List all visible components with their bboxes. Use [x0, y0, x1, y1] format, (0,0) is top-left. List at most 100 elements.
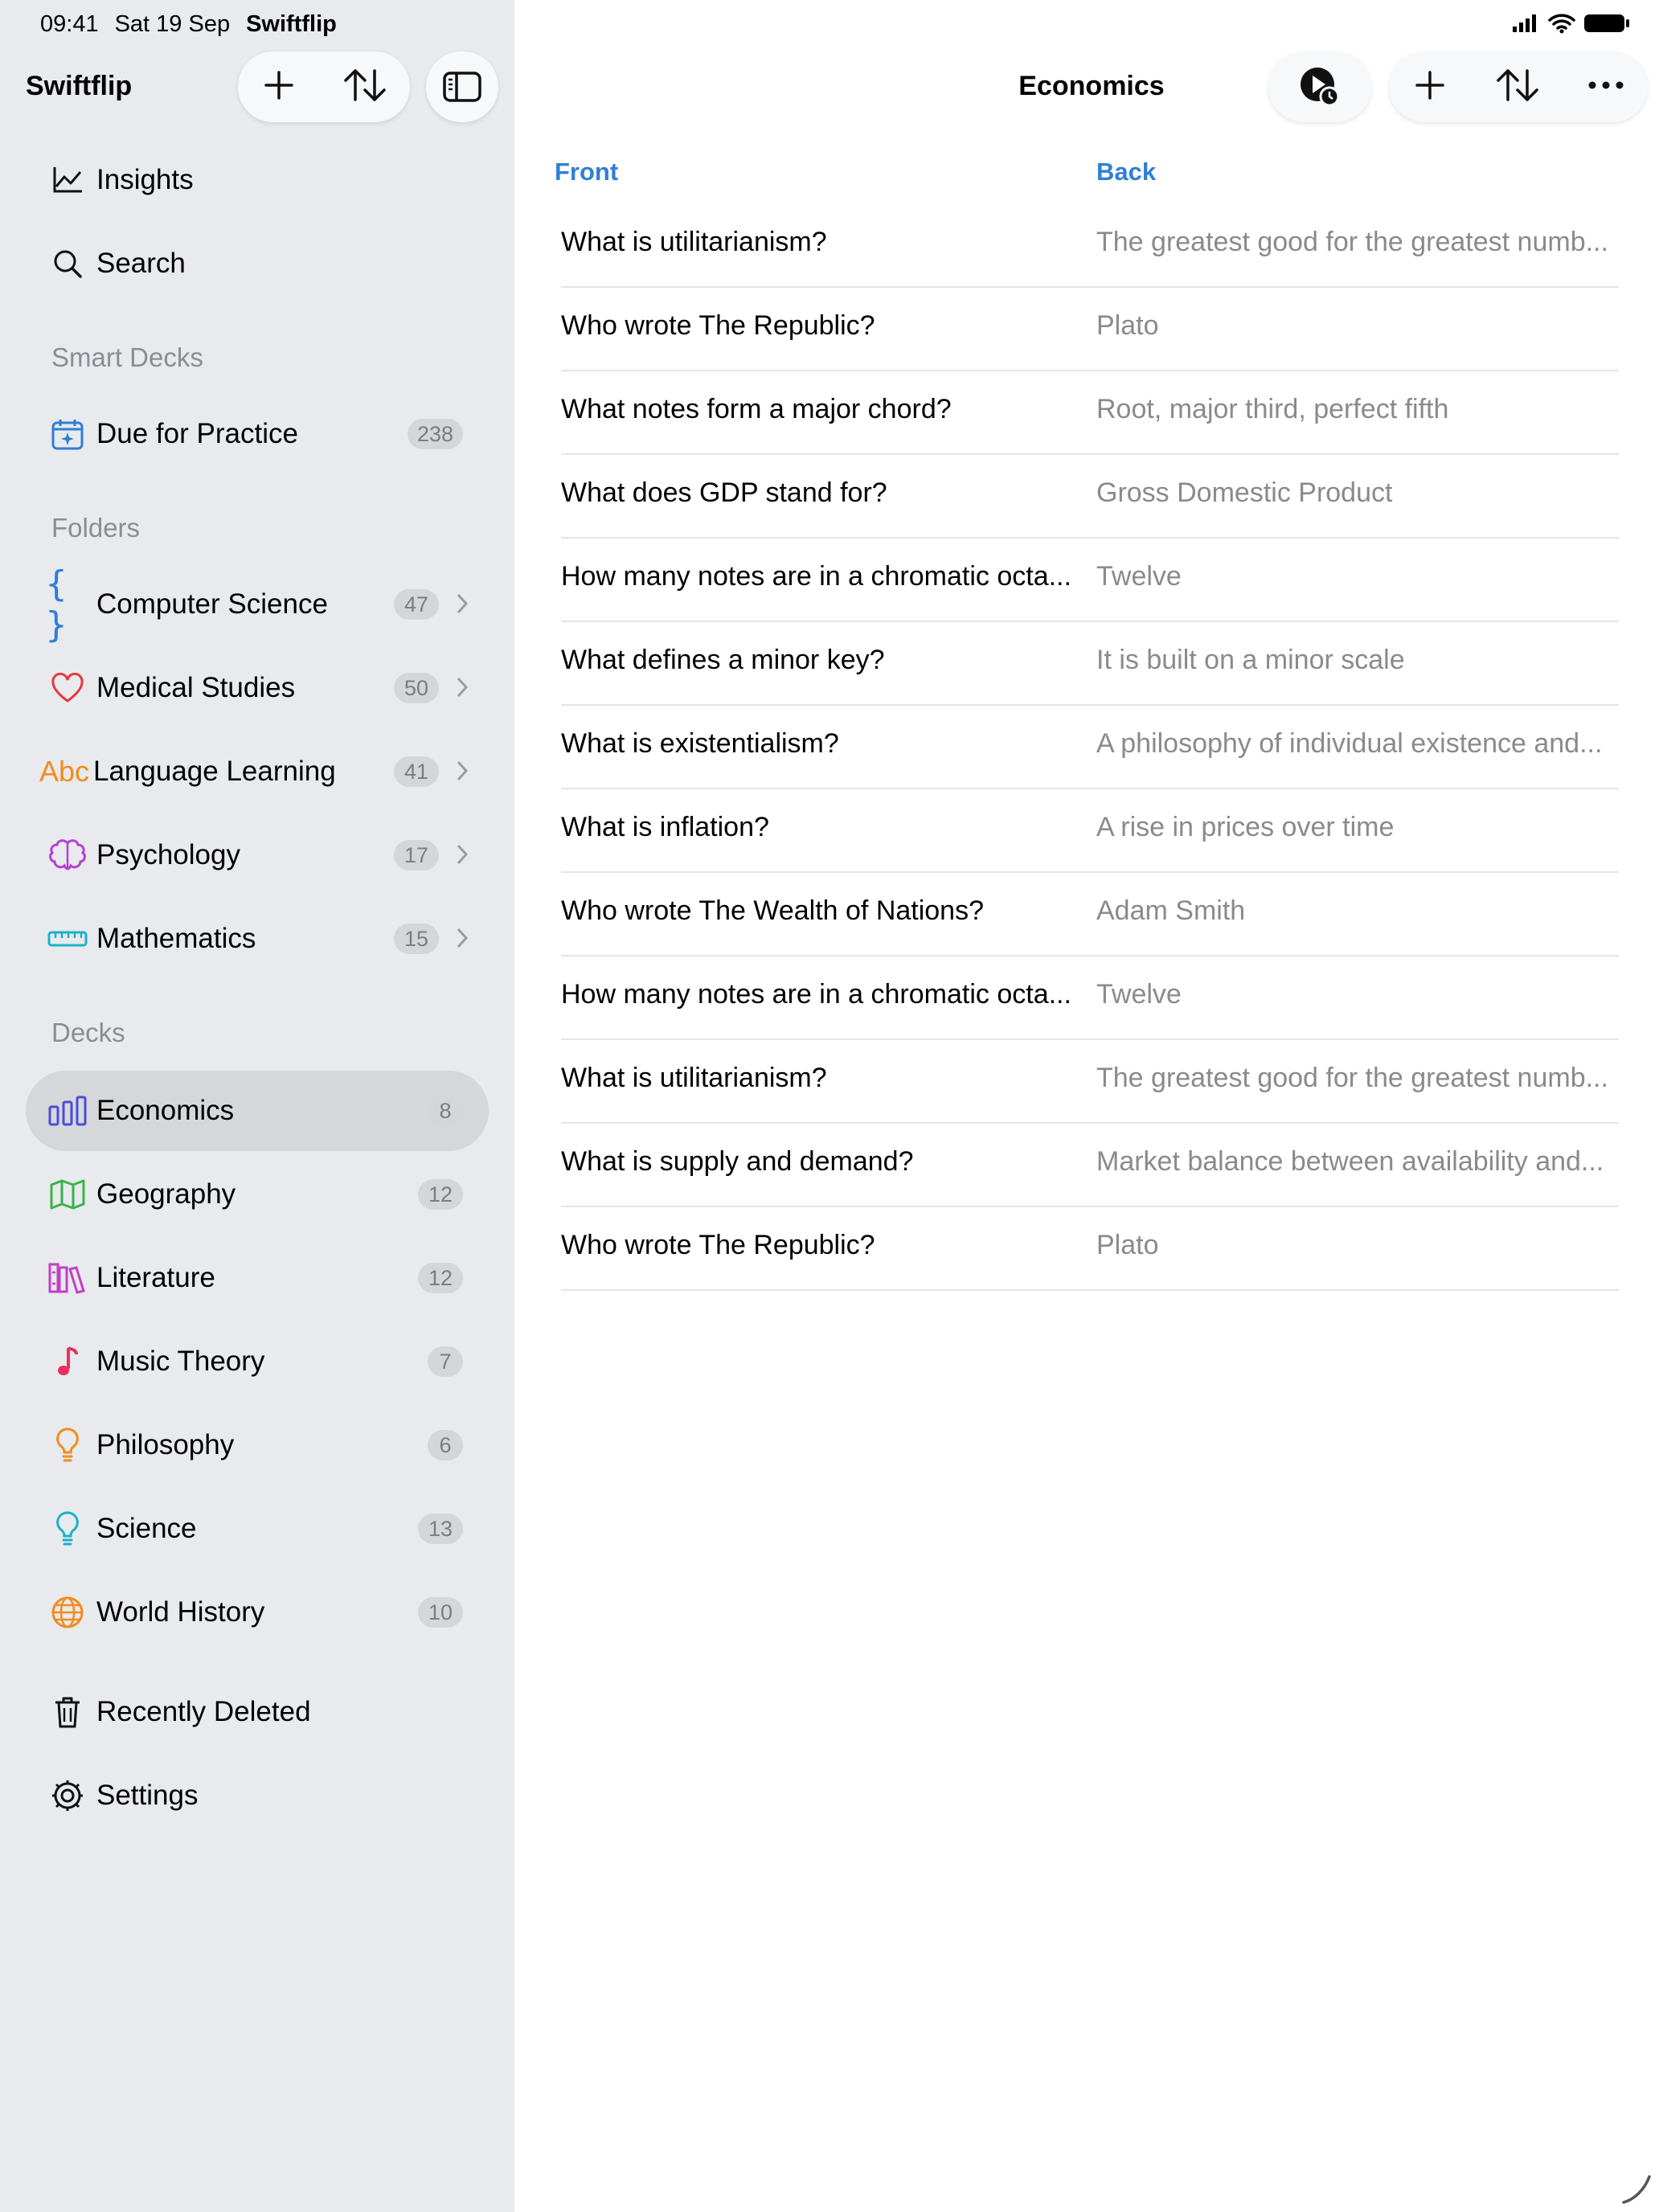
- status-time: 09:41: [40, 11, 99, 37]
- front-column-header[interactable]: Front: [555, 158, 618, 186]
- sidebar-item-economics[interactable]: Economics 8: [26, 1071, 489, 1151]
- card-back: Twelve: [1096, 979, 1182, 1010]
- sidebar-item-recently-deleted[interactable]: Recently Deleted: [26, 1672, 489, 1752]
- sidebar-toggle-button[interactable]: [426, 51, 498, 122]
- table-row[interactable]: Who wrote The Republic? Plato: [561, 1207, 1619, 1291]
- count-badge: 6: [428, 1430, 463, 1460]
- sidebar-item-computer-science[interactable]: { } Computer Science 47: [26, 563, 489, 645]
- count-badge: 41: [394, 756, 439, 787]
- card-back: Plato: [1096, 310, 1159, 341]
- card-front: What is utilitarianism?: [561, 227, 827, 257]
- add-button[interactable]: [261, 68, 297, 107]
- table-row[interactable]: How many notes are in a chromatic octa..…: [561, 956, 1619, 1040]
- sidebar-toolbar: [238, 51, 410, 122]
- sort-arrows-icon: [1497, 68, 1538, 101]
- sort-button[interactable]: [1495, 66, 1540, 109]
- card-back: Twelve: [1096, 561, 1182, 592]
- card-front: How many notes are in a chromatic octa..…: [561, 561, 1071, 592]
- sidebar-item-label: World History: [96, 1596, 265, 1628]
- plus-icon: [264, 70, 293, 100]
- status-date: Sat 19 Sep: [114, 11, 231, 37]
- sidebar-item-language-learning[interactable]: Abc Language Learning 41: [26, 731, 489, 812]
- sidebar-item-due-for-practice[interactable]: Due for Practice 238: [26, 394, 489, 474]
- card-front: What defines a minor key?: [561, 645, 885, 675]
- map-icon: [45, 1172, 90, 1217]
- sidebar-item-label: Science: [96, 1513, 197, 1544]
- add-card-button[interactable]: [1412, 68, 1448, 107]
- lightbulb-icon: [45, 1506, 90, 1551]
- sidebar-item-philosophy[interactable]: Philosophy 6: [26, 1405, 489, 1485]
- sidebar-item-label: Mathematics: [96, 923, 256, 954]
- card-back: Root, major third, perfect fifth: [1096, 394, 1449, 424]
- play-timer-icon: [1301, 68, 1340, 107]
- sidebar-item-mathematics[interactable]: Mathematics 15: [26, 899, 489, 979]
- sidebar-item-label: Medical Studies: [96, 672, 296, 703]
- sidebar-item-label: Music Theory: [96, 1346, 265, 1377]
- books-icon: [45, 1256, 90, 1301]
- sidebar-item-label: Recently Deleted: [96, 1696, 311, 1727]
- sidebar-item-geography[interactable]: Geography 12: [26, 1154, 489, 1235]
- card-back: The greatest good for the greatest numb.…: [1096, 1063, 1608, 1093]
- table-row[interactable]: What is existentialism? A philosophy of i…: [561, 706, 1619, 789]
- table-row[interactable]: What is utilitarianism? The greatest good…: [561, 1040, 1619, 1124]
- table-row[interactable]: What is supply and demand? Market balance…: [561, 1124, 1619, 1207]
- card-back: The greatest good for the greatest numb.…: [1096, 227, 1608, 257]
- table-row[interactable]: How many notes are in a chromatic octa..…: [561, 539, 1619, 622]
- sidebar-item-science[interactable]: Science 13: [26, 1489, 489, 1569]
- sidebar-item-insights[interactable]: Insights: [26, 140, 489, 220]
- count-badge: 47: [394, 589, 439, 620]
- sidebar-item-medical-studies[interactable]: Medical Studies 50: [26, 648, 489, 728]
- sidebar-item-settings[interactable]: Settings: [26, 1755, 489, 1836]
- card-front: Who wrote The Republic?: [561, 310, 875, 341]
- practice-button[interactable]: [1268, 51, 1371, 122]
- count-badge: 15: [394, 924, 439, 954]
- sidebar-item-search[interactable]: Search: [26, 223, 489, 304]
- status-bar-left: 09:41 Sat 19 Sep Swiftflip: [40, 11, 337, 38]
- sidebar-item-literature[interactable]: Literature 12: [26, 1238, 489, 1318]
- sort-button[interactable]: [342, 66, 387, 109]
- chevron-right-icon: [457, 677, 469, 698]
- card-back: A philosophy of individual existence and…: [1096, 728, 1603, 759]
- table-row[interactable]: What is utilitarianism? The greatest good…: [561, 204, 1619, 288]
- sidebar-item-label: Psychology: [96, 839, 240, 870]
- card-back: Adam Smith: [1096, 895, 1246, 926]
- count-badge: 12: [418, 1263, 463, 1293]
- trash-icon: [45, 1690, 90, 1735]
- abc-icon: Abc: [39, 755, 90, 788]
- sidebar-item-label: Philosophy: [96, 1429, 235, 1460]
- globe-icon: [45, 1590, 90, 1635]
- table-row[interactable]: Who wrote The Wealth of Nations? Adam Smi…: [561, 873, 1619, 956]
- decks-header: Decks: [51, 1018, 125, 1047]
- sidebar-item-world-history[interactable]: World History 10: [26, 1572, 489, 1653]
- more-button[interactable]: [1587, 80, 1624, 94]
- card-front: What is utilitarianism?: [561, 1063, 827, 1093]
- card-front: What is existentialism?: [561, 728, 839, 759]
- sidebar-item-label: Insights: [96, 164, 194, 195]
- sidebar-item-label: Due for Practice: [96, 418, 298, 449]
- card-back: Plato: [1096, 1230, 1159, 1260]
- sidebar-item-music-theory[interactable]: Music Theory 7: [26, 1321, 489, 1402]
- table-row[interactable]: Who wrote The Republic? Plato: [561, 288, 1619, 371]
- chart-line-icon: [45, 158, 90, 203]
- table-row[interactable]: What notes form a major chord? Root, majo…: [561, 371, 1619, 455]
- wifi-icon: [1548, 14, 1575, 34]
- sidebar-item-psychology[interactable]: Psychology 17: [26, 815, 489, 895]
- lightbulb-icon: [45, 1423, 90, 1468]
- sidebar-icon: [443, 72, 481, 102]
- table-row[interactable]: What is inflation? A rise in prices over …: [561, 789, 1619, 873]
- card-front: Who wrote The Republic?: [561, 1230, 875, 1260]
- gear-icon: [45, 1773, 90, 1818]
- search-icon: [45, 241, 90, 286]
- plus-icon: [1415, 70, 1445, 100]
- sidebar-item-label: Literature: [96, 1262, 215, 1293]
- battery-icon: [1584, 14, 1629, 32]
- card-front: Who wrote The Wealth of Nations?: [561, 895, 985, 926]
- table-row[interactable]: What does GDP stand for? Gross Domestic P…: [561, 455, 1619, 539]
- back-column-header[interactable]: Back: [1096, 158, 1156, 186]
- sidebar: 09:41 Sat 19 Sep Swiftflip Swiftflip Ins…: [0, 0, 514, 2212]
- count-badge: 13: [418, 1514, 463, 1544]
- calendar-sparkle-icon: [45, 412, 90, 457]
- table-row[interactable]: What defines a minor key? It is built on …: [561, 622, 1619, 706]
- count-badge: 238: [407, 419, 463, 449]
- bar-chart-icon: [45, 1088, 90, 1133]
